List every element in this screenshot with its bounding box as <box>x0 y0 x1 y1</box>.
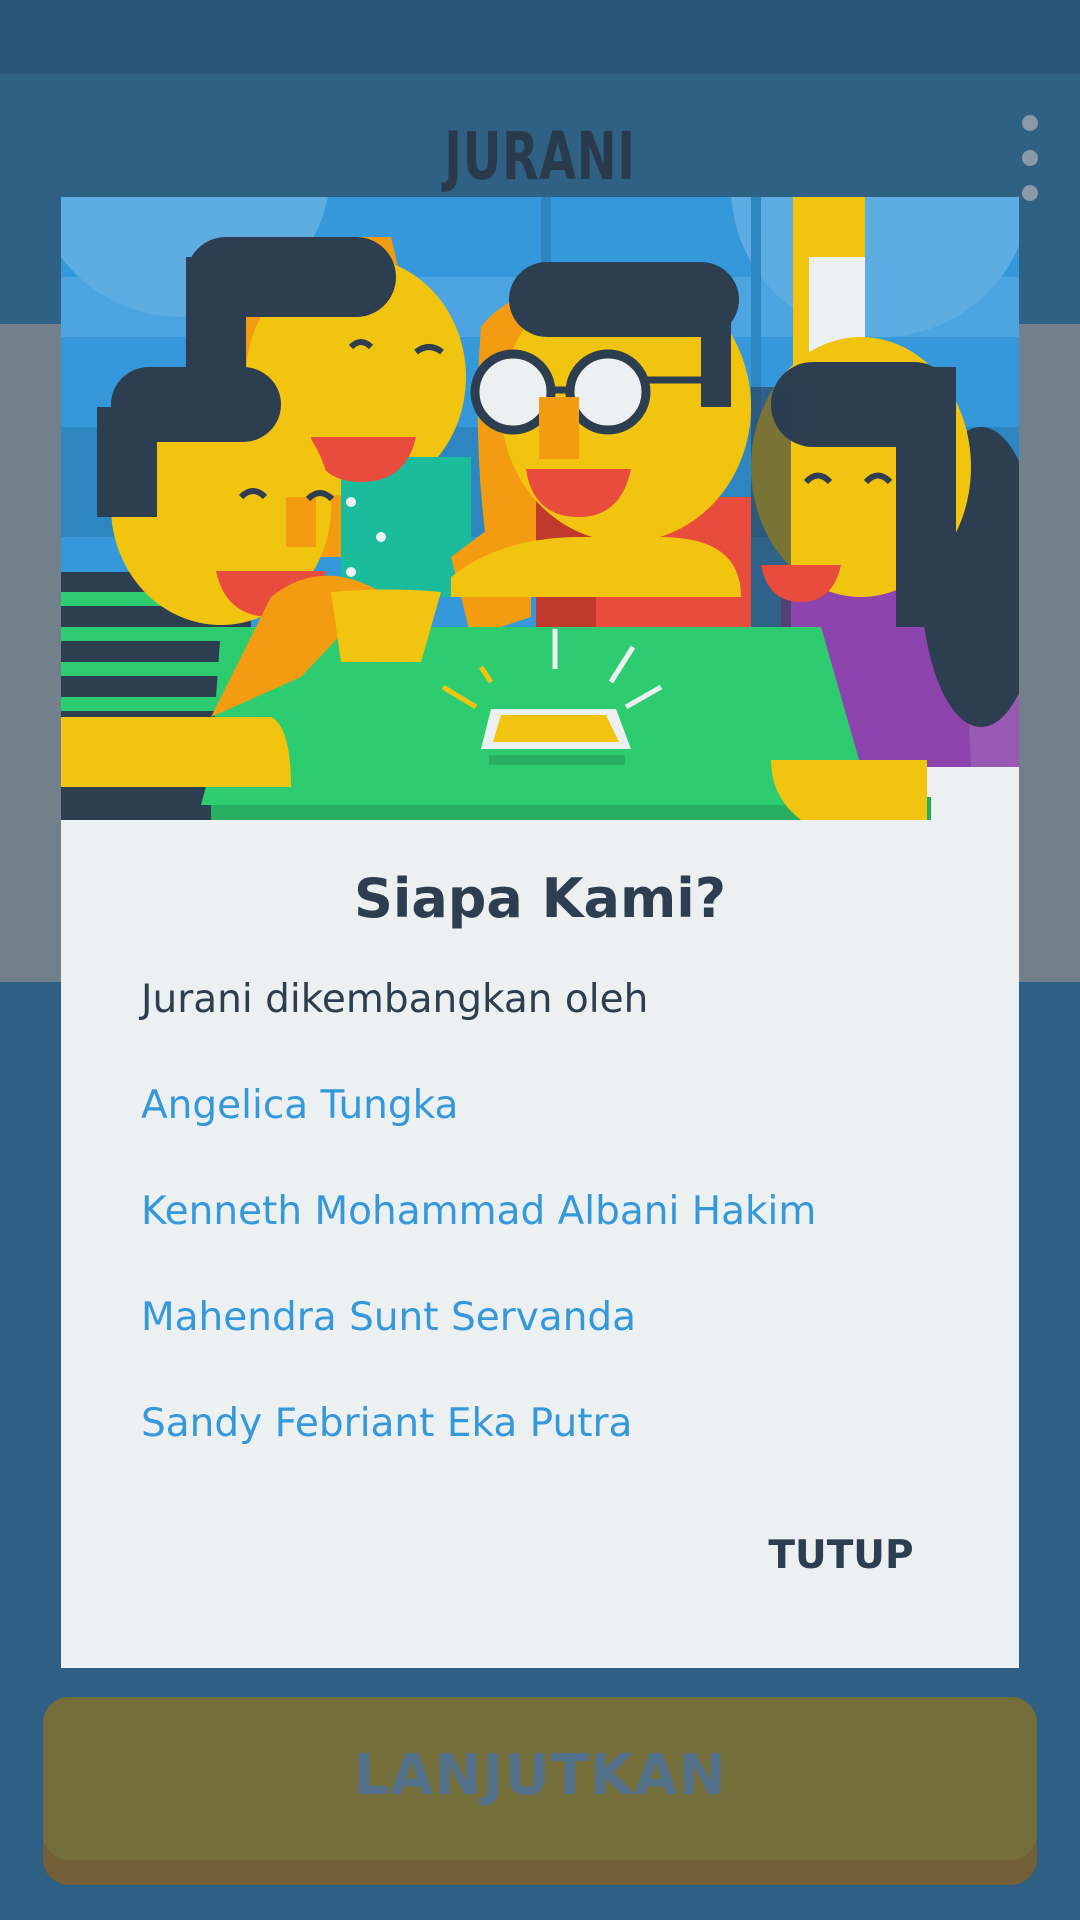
app-title: JURANI <box>444 118 636 195</box>
about-dialog: Siapa Kami? Jurani dikembangkan oleh Ang… <box>61 197 1019 1668</box>
close-button[interactable]: TUTUP <box>741 1533 941 1595</box>
group-of-friends-illustration <box>61 197 1019 820</box>
dialog-intro-text: Jurani dikembangkan oleh <box>141 977 649 1022</box>
continue-button-label: LANJUTKAN <box>353 1743 727 1808</box>
more-vert-icon[interactable] <box>1010 112 1050 204</box>
dialog-title: Siapa Kami? <box>353 867 727 930</box>
continue-button-shadow: LANJUTKAN <box>43 1697 1037 1885</box>
developer-link[interactable]: Kenneth Mohammad Albani Hakim <box>141 1189 816 1234</box>
continue-button[interactable]: LANJUTKAN <box>43 1697 1037 1860</box>
status-bar <box>0 0 1080 74</box>
developer-link[interactable]: Sandy Febriant Eka Putra <box>141 1401 632 1446</box>
developer-link[interactable]: Angelica Tungka <box>141 1083 458 1128</box>
developer-link[interactable]: Mahendra Sunt Servanda <box>141 1295 636 1340</box>
